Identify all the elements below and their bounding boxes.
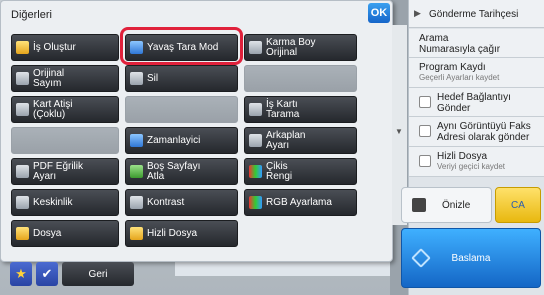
send-destination-link[interactable]: Hedef Bağlantıyı Gönder [409,88,544,117]
file-icon [16,227,29,240]
button-label: Orijinal Sayım [33,67,65,89]
disabled-slot [244,65,357,92]
checkbox[interactable] [419,155,431,167]
function-button[interactable]: Boş Sayfayı Atla [125,158,238,185]
button-label: Zamanlayici [147,134,201,146]
send-history[interactable]: ▶ Gönderme Tarihçesi [409,0,544,28]
sharpness-icon [16,196,29,209]
send-same-image-fax[interactable]: Aynı Görüntüyü Faks Adresi olarak gönder [409,117,544,147]
checkbox[interactable] [419,96,431,108]
contrast-icon [130,196,143,209]
function-button[interactable]: Zamanlayici [125,127,238,154]
mixed-size-icon [249,41,262,54]
start-button[interactable]: Baslama [401,228,541,288]
button-label: Kontrast [147,196,185,208]
clear-all-button[interactable]: CA [495,187,541,223]
output-color-icon [249,165,262,178]
checkmark-icon[interactable]: ✔ [36,262,58,286]
function-button[interactable]: Arkaplan Ayarı [244,127,357,154]
pdf-skew-icon [16,165,29,178]
function-button[interactable]: Çikis Rengi [244,158,357,185]
function-button[interactable]: Orijinal Sayım [11,65,119,92]
back-button[interactable]: Geri [62,262,134,286]
selection-highlight [120,27,243,65]
function-button[interactable]: RGB Ayarlama [244,189,357,216]
card-shot-icon [16,103,29,116]
function-button[interactable]: Kart Atişi (Çoklu) [11,96,119,123]
erase-icon [130,72,143,85]
function-button[interactable]: İş Oluştur [11,34,119,61]
button-label: İş Oluştur [33,41,76,53]
button-label: Keskinlik [33,196,73,208]
function-button[interactable]: İş Kartı Tarama [244,96,357,123]
original-count-icon [16,72,29,85]
function-button[interactable]: PDF Eğrilik Ayarı [11,158,119,185]
button-label: Kart Atişi (Çoklu) [33,98,73,120]
function-button[interactable]: Dosya [11,220,119,247]
button-label: Hizli Dosya [147,227,198,239]
button-label: RGB Ayarlama [266,196,332,208]
start-icon [411,248,431,268]
button-label: Boş Sayfayı Atla [147,160,201,182]
function-button[interactable]: Kontrast [125,189,238,216]
favorite-star-icon[interactable]: ★ [10,262,32,286]
job-card-icon [249,103,262,116]
preview-button[interactable]: Önizle [401,187,492,223]
button-label: Dosya [33,227,62,239]
recall-by-number[interactable]: Arama Numarasıyla çağır [409,29,544,58]
button-label: Sil [147,72,159,84]
button-label: İş Kartı Tarama [266,98,300,120]
program-save[interactable]: Program Kaydı Geçerli Ayarları kaydet [409,58,544,88]
button-label: PDF Eğrilik Ayarı [33,160,84,182]
rgb-icon [249,196,262,209]
button-label: Arkaplan Ayarı [266,129,306,151]
job-build-icon [16,41,29,54]
ok-button[interactable]: OK [368,3,390,23]
disabled-slot [11,127,119,154]
quick-file-icon [130,227,143,240]
function-button[interactable]: Sil [125,65,238,92]
dialog-title: Diğerleri [11,9,52,21]
preview-icon [412,198,426,212]
skip-blank-icon [130,165,143,178]
scroll-down-icon[interactable]: ▼ [395,127,403,136]
disabled-slot [125,96,238,123]
button-label: Çikis Rengi [266,160,293,182]
expand-chevron-icon[interactable]: ▶ [414,8,421,19]
quick-file-check[interactable]: Hizli Dosya Veriyi geçici kaydet [409,147,544,177]
checkbox[interactable] [419,125,431,137]
others-dialog: Diğerleri OK İş Oluştur Yavaş Tara Mod Kar… [0,0,393,262]
timer-icon [130,134,143,147]
function-button[interactable]: Hizli Dosya [125,220,238,247]
function-button[interactable]: Karma Boy Orijinal [244,34,357,61]
function-button[interactable]: Keskinlik [11,189,119,216]
background-icon [249,134,262,147]
button-label: Karma Boy Orijinal [266,36,316,58]
